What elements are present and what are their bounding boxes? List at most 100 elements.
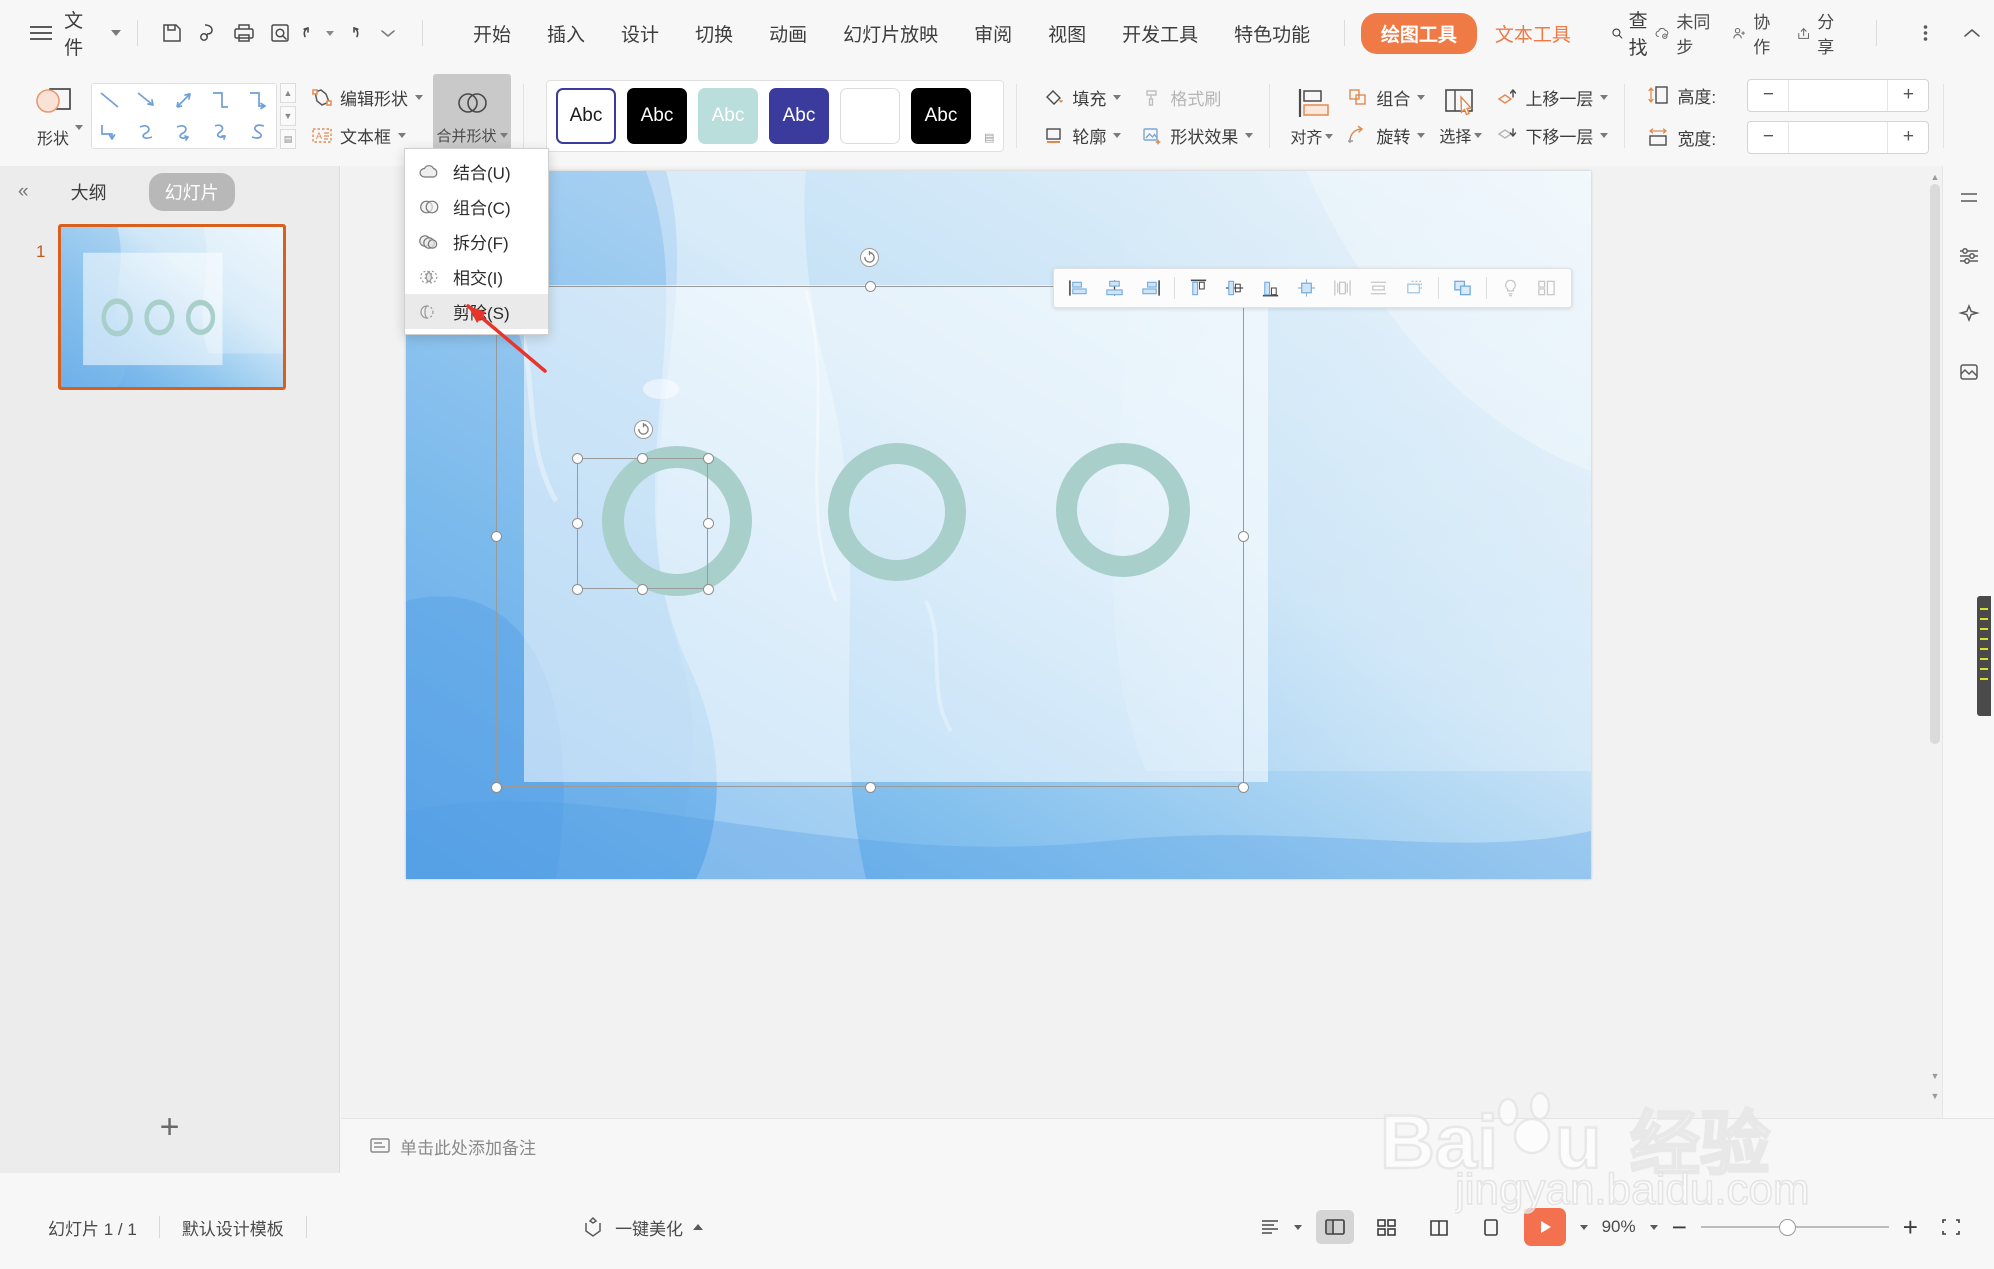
shape-line[interactable] (92, 84, 129, 116)
shape-effects-button[interactable]: 形状效果 (1137, 120, 1257, 150)
tab-view[interactable]: 视图 (1030, 12, 1104, 55)
tab-start[interactable]: 开始 (455, 12, 529, 55)
zoom-out-button[interactable]: − (1672, 1214, 1687, 1240)
rotate-handle-ring1[interactable] (634, 420, 653, 439)
scroll-up-icon[interactable]: ▲ (280, 83, 296, 103)
menu-item-intersect[interactable]: 相交(I) (405, 259, 548, 294)
file-menu-button[interactable]: 文件 (30, 6, 121, 60)
handle-ring1-mr[interactable] (703, 518, 714, 529)
text-layout-icon[interactable] (1252, 1210, 1290, 1244)
style-gallery-more-icon[interactable]: ▤ (984, 88, 994, 144)
align-button[interactable]: 对齐 (1290, 84, 1334, 148)
handle-outer-tm[interactable] (865, 281, 876, 292)
width-increment-button[interactable]: + (1888, 122, 1928, 153)
handle-ring1-tl[interactable] (572, 453, 583, 464)
menu-item-combine[interactable]: 组合(C) (405, 189, 548, 224)
align-center-icon[interactable] (1290, 272, 1323, 304)
collapse-panel-button[interactable]: « (18, 181, 29, 203)
shape-gallery-scrollbar[interactable]: ▲ ▼ ▤ (279, 83, 297, 149)
cloud-save-icon[interactable] (190, 14, 226, 52)
shape-elbow-arrow[interactable] (239, 84, 276, 116)
shape-style-gallery[interactable]: Abc Abc Abc Abc Abc ▤ (546, 80, 1005, 152)
media-library-icon[interactable] (1951, 354, 1987, 390)
bring-to-front-icon[interactable] (1398, 272, 1431, 304)
collapse-ribbon-icon[interactable] (1958, 14, 1987, 52)
bring-forward-button[interactable]: 上移一层 (1492, 82, 1612, 112)
handle-outer-bl[interactable] (491, 782, 502, 793)
align-left-icon[interactable] (1062, 272, 1095, 304)
width-input[interactable] (1788, 121, 1889, 153)
shape-gallery[interactable] (91, 83, 277, 149)
collaborate-button[interactable]: 协作 (1732, 8, 1778, 58)
align-top-icon[interactable] (1182, 272, 1215, 304)
style-swatch-3[interactable]: Abc (698, 88, 758, 144)
handle-ring1-ml[interactable] (572, 518, 583, 529)
tab-review[interactable]: 审阅 (956, 12, 1030, 55)
height-increment-button[interactable]: + (1888, 80, 1928, 111)
handle-ring1-br[interactable] (703, 584, 714, 595)
tab-developer[interactable]: 开发工具 (1104, 12, 1216, 55)
fit-to-window-icon[interactable] (1932, 1210, 1970, 1244)
select-button[interactable]: 选择 (1439, 85, 1483, 147)
group-objects-icon[interactable] (1446, 272, 1479, 304)
handle-ring1-tr[interactable] (703, 453, 714, 464)
customize-icon[interactable] (370, 14, 406, 52)
shape-arrow[interactable] (129, 84, 166, 116)
shape-double-arrow[interactable] (166, 84, 203, 116)
zoom-in-button[interactable]: + (1903, 1214, 1918, 1240)
style-swatch-2[interactable]: Abc (627, 88, 687, 144)
design-ideas-icon[interactable] (1951, 296, 1987, 332)
share-button[interactable]: 分享 (1796, 8, 1842, 58)
properties-icon[interactable] (1951, 238, 1987, 274)
notes-bar[interactable]: 单击此处添加备注 (341, 1118, 1994, 1173)
menu-item-subtract[interactable]: 剪除(S) (405, 294, 548, 329)
height-spinner[interactable]: − + (1747, 78, 1930, 112)
print-icon[interactable] (226, 14, 262, 52)
handle-outer-mr[interactable] (1238, 531, 1249, 542)
handle-ring1-bl[interactable] (572, 584, 583, 595)
tab-insert[interactable]: 插入 (529, 12, 603, 55)
tab-slides[interactable]: 幻灯片 (148, 173, 235, 211)
style-swatch-1[interactable]: Abc (556, 88, 616, 144)
shape-button[interactable]: 形状 (22, 83, 84, 149)
tab-features[interactable]: 特色功能 (1216, 12, 1328, 55)
gallery-more-icon[interactable]: ▤ (280, 129, 296, 149)
undo-icon[interactable] (298, 14, 334, 52)
beautify-button[interactable]: 一键美化 (581, 1215, 704, 1240)
reading-view-icon[interactable] (1420, 1210, 1458, 1244)
align-center-horizontal-icon[interactable] (1098, 272, 1131, 304)
style-swatch-5[interactable] (840, 88, 900, 144)
height-decrement-button[interactable]: − (1748, 80, 1788, 111)
outline-button[interactable]: 轮廓 (1039, 120, 1125, 150)
redo-icon[interactable] (334, 14, 370, 52)
tab-transition[interactable]: 切换 (677, 12, 751, 55)
tab-design[interactable]: 设计 (603, 12, 677, 55)
width-decrement-button[interactable]: − (1748, 122, 1788, 153)
shape-elbow-connector[interactable] (202, 84, 239, 116)
scroll-up-icon[interactable]: ▲ (1928, 170, 1942, 184)
save-icon[interactable] (154, 14, 190, 52)
find-button[interactable]: 查找 (1611, 6, 1654, 60)
rotate-button[interactable]: 旋转 (1343, 120, 1429, 150)
tab-drawing-tools[interactable]: 绘图工具 (1360, 12, 1477, 54)
shape-curve[interactable] (129, 116, 166, 148)
handle-outer-br[interactable] (1238, 782, 1249, 793)
zoom-slider[interactable] (1700, 1218, 1889, 1236)
fill-button[interactable]: 填充 (1039, 82, 1125, 112)
text-box-button[interactable]: A 文本框 (307, 120, 427, 150)
shape-s-curve[interactable] (239, 116, 276, 148)
align-middle-icon[interactable] (1218, 272, 1251, 304)
handle-outer-ml[interactable] (491, 531, 502, 542)
style-swatch-4[interactable]: Abc (769, 88, 829, 144)
tab-text-tools[interactable]: 文本工具 (1477, 12, 1589, 55)
width-spinner[interactable]: − + (1747, 120, 1930, 154)
panel-toggle-icon[interactable] (1951, 180, 1987, 216)
height-input[interactable] (1788, 79, 1889, 111)
menu-item-fragment[interactable]: 拆分(F) (405, 224, 548, 259)
group-button[interactable]: 组合 (1343, 82, 1429, 112)
template-label[interactable]: 默认设计模板 (160, 1215, 306, 1240)
zoom-knob[interactable] (1778, 1218, 1796, 1236)
scroll-down-icon[interactable]: ▼ (1928, 1069, 1942, 1083)
handle-outer-bm[interactable] (865, 782, 876, 793)
slide-sorter-icon[interactable] (1368, 1210, 1406, 1244)
